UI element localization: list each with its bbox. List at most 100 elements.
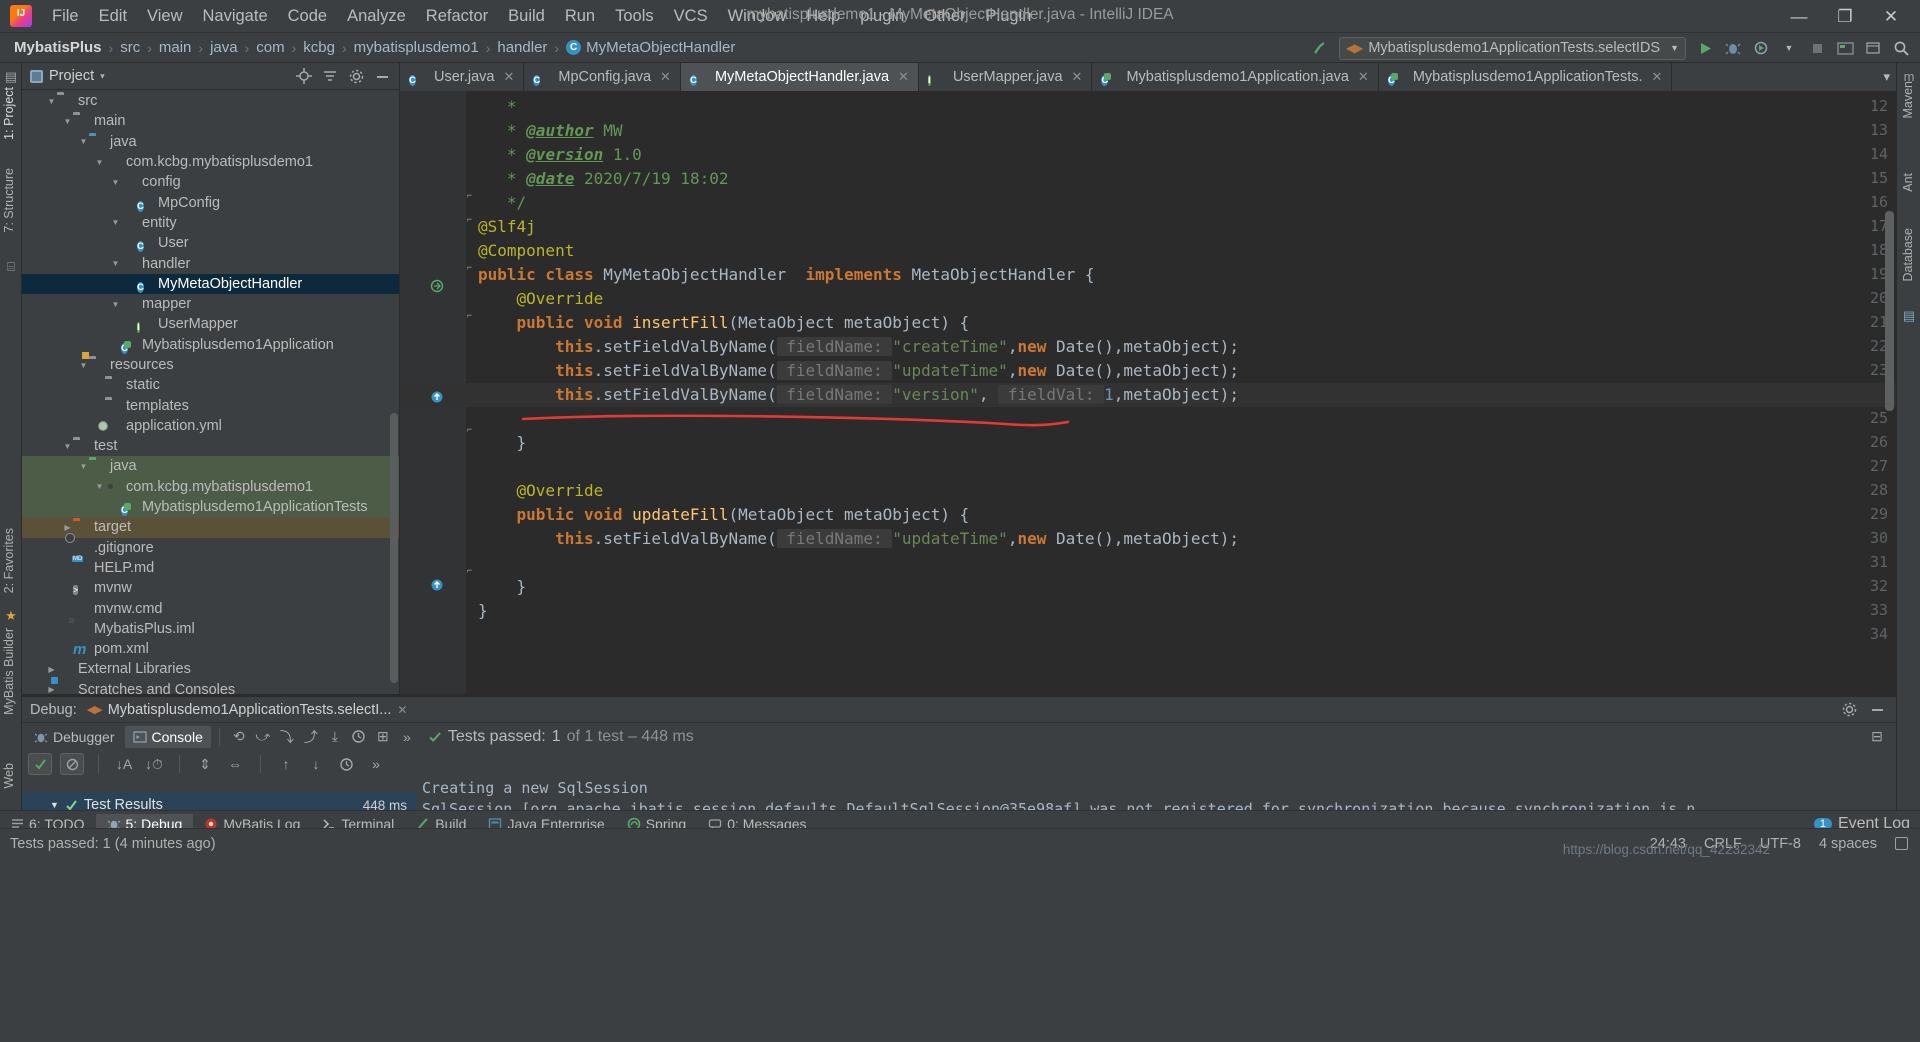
collapse-arrow-icon[interactable]: ▶ (94, 381, 105, 390)
menu-item-edit[interactable]: Edit (89, 4, 137, 29)
tool-tab-structure[interactable]: 7: Structure (2, 168, 16, 233)
editor-tab[interactable]: C MyMetaObjectHandler.java ✕ (680, 63, 919, 91)
collapse-arrow-icon[interactable]: ▶ (62, 645, 73, 654)
menu-item-code[interactable]: Code (278, 4, 337, 29)
tree-node[interactable]: ▶ target (22, 517, 399, 538)
force-step-icon[interactable]: ⤓ (324, 726, 346, 748)
breadcrumb-item-src[interactable]: src (120, 39, 140, 56)
project-tree[interactable]: ▼ src ▼ main ▼ java ▼ com.kcbg.mybatisplusdemo1… (22, 91, 399, 696)
tree-node[interactable]: ▼ java (22, 132, 399, 152)
expand-arrow-icon[interactable]: ▼ (78, 137, 89, 146)
close-tab-icon[interactable]: ✕ (1072, 69, 1083, 85)
tree-node[interactable]: ▼ resources (22, 355, 399, 375)
collapse-arrow-icon[interactable]: ▶ (62, 543, 73, 552)
collapse-arrow-icon[interactable]: ▶ (126, 320, 137, 329)
editor-scrollbar[interactable] (1885, 211, 1894, 411)
tree-node[interactable]: ▶C Mybatisplusdemo1ApplicationTests (22, 496, 399, 518)
fold-marker-icon[interactable]: ⌐ (464, 190, 475, 201)
expand-arrow-icon[interactable]: ▼ (110, 300, 121, 309)
collapse-arrow-icon[interactable]: ▶ (110, 503, 121, 512)
breadcrumb-item-mybatisplusdemo1[interactable]: mybatisplusdemo1 (354, 39, 479, 56)
tool-tab-project[interactable]: 1: Project (2, 87, 16, 140)
tree-node[interactable]: ▶ MybatisPlus.iml (22, 619, 399, 639)
close-icon[interactable]: ✕ (397, 703, 407, 717)
code-content[interactable]: * * @author MW * @version 1.0 * @date 20… (400, 91, 1896, 696)
run-configuration-selector[interactable]: ◀▶ Mybatisplusdemo1ApplicationTests.sele… (1338, 36, 1686, 60)
menu-item-plugin2[interactable]: Plugin (976, 4, 1042, 29)
code-editor[interactable]: 1213141516171819202122232425262728293031… (400, 91, 1896, 696)
tree-node[interactable]: ▶ static (22, 375, 399, 395)
collapse-all-icon[interactable] (319, 65, 341, 87)
build-hammer-icon[interactable] (1307, 35, 1333, 61)
menu-item-analyze[interactable]: Analyze (337, 4, 416, 29)
debug-button[interactable] (1720, 35, 1746, 61)
search-everywhere-icon[interactable] (1888, 35, 1914, 61)
expand-arrow-icon[interactable]: ▼ (78, 361, 89, 370)
tree-node[interactable]: ▼ com.kcbg.mybatisplusdemo1 (22, 476, 399, 497)
collapse-arrow-icon[interactable]: ▶ (126, 198, 137, 207)
tree-node[interactable]: ▼ config (22, 172, 399, 192)
expand-arrow-icon[interactable]: ▼ (62, 117, 73, 126)
stop-button[interactable] (1804, 35, 1830, 61)
tree-node[interactable]: ▶C MpConfig (22, 192, 399, 212)
fold-marker-icon[interactable]: ⌐ (464, 262, 475, 273)
tree-node[interactable]: ▶application.yml (22, 416, 399, 436)
indent-setting[interactable]: 4 spaces (1819, 836, 1877, 852)
menu-item-navigate[interactable]: Navigate (193, 4, 278, 29)
debug-session-tab[interactable]: ◀▶ Mybatisplusdemo1ApplicationTests.sele… (87, 702, 408, 718)
test-more-icon[interactable]: » (365, 753, 387, 775)
tree-node[interactable]: ▶ External Libraries (22, 659, 399, 679)
tree-node[interactable]: ▶> mvnw (22, 578, 399, 598)
override-marker-icon[interactable] (430, 390, 444, 407)
menu-item-plugin[interactable]: plugin (850, 4, 914, 29)
tree-node[interactable]: ▼ src (22, 91, 399, 111)
close-tab-icon[interactable]: ✕ (898, 69, 909, 85)
chevron-down-icon[interactable]: ▾ (100, 71, 105, 82)
prev-failed-test-icon[interactable]: ↑ (275, 753, 297, 775)
next-failed-test-icon[interactable]: ↓ (305, 753, 327, 775)
tool-tab-favorites[interactable]: 2: Favorites (2, 528, 16, 593)
close-tab-icon[interactable]: ✕ (1358, 69, 1369, 85)
breadcrumb-item-project[interactable]: MybatisPlus (0, 39, 102, 56)
show-ignored-toggle[interactable] (60, 753, 84, 775)
collapse-arrow-icon[interactable]: ▶ (46, 685, 57, 694)
tool-tab-database[interactable]: Database (1901, 228, 1915, 282)
tree-node[interactable]: ▼ handler (22, 253, 399, 273)
expand-arrow-icon[interactable]: ▼ (110, 218, 121, 227)
lock-icon[interactable] (1895, 837, 1908, 850)
tree-node[interactable]: ▼ java (22, 456, 399, 477)
tree-node[interactable]: ▶ mvnw.cmd (22, 598, 399, 618)
step-out-icon[interactable]: ⤴ (300, 726, 322, 748)
expand-arrow-icon[interactable]: ▼ (46, 97, 57, 106)
layout-settings-icon[interactable]: ⊞ (372, 726, 394, 748)
show-passed-toggle[interactable] (28, 753, 52, 775)
database-icon[interactable]: ▤ (1901, 308, 1917, 324)
chevron-down-icon[interactable]: ▼ (50, 800, 59, 810)
menu-item-build[interactable]: Build (498, 4, 555, 29)
implements-marker-icon[interactable] (430, 279, 444, 296)
breadcrumb-item-handler[interactable]: handler (497, 39, 547, 56)
expand-arrow-icon[interactable]: ▼ (110, 259, 121, 268)
more-actions-icon[interactable]: » (396, 726, 418, 748)
menu-item-refactor[interactable]: Refactor (416, 4, 498, 29)
menu-item-file[interactable]: File (42, 4, 89, 29)
close-tab-icon[interactable]: ✕ (503, 69, 514, 85)
panel-settings-gear-icon[interactable] (345, 65, 367, 87)
breadcrumb-item-com[interactable]: com (256, 39, 284, 56)
fold-marker-icon[interactable]: ⌐ (464, 565, 475, 576)
menu-item-help[interactable]: Help (796, 4, 850, 29)
tree-node[interactable]: ▶ templates (22, 395, 399, 415)
menu-item-run[interactable]: Run (555, 4, 605, 29)
collapse-arrow-icon[interactable]: ▶ (62, 624, 73, 633)
collapse-arrow-icon[interactable]: ▶ (62, 563, 73, 572)
collapse-arrow-icon[interactable]: ▶ (62, 523, 73, 532)
collapse-arrow-icon[interactable]: ▶ (94, 401, 105, 410)
expand-arrow-icon[interactable]: ▼ (94, 482, 105, 491)
step-into-icon[interactable]: ⤵ (276, 726, 298, 748)
fold-marker-icon[interactable]: ⌐ (464, 424, 475, 435)
expand-console-icon[interactable]: ⊟ (1866, 726, 1888, 748)
sort-alphabetically-icon[interactable]: ↓A (113, 753, 135, 775)
tree-node[interactable]: ▼ test (22, 436, 399, 456)
tree-node[interactable]: ▶ HELP.md (22, 558, 399, 578)
run-button[interactable] (1692, 35, 1718, 61)
